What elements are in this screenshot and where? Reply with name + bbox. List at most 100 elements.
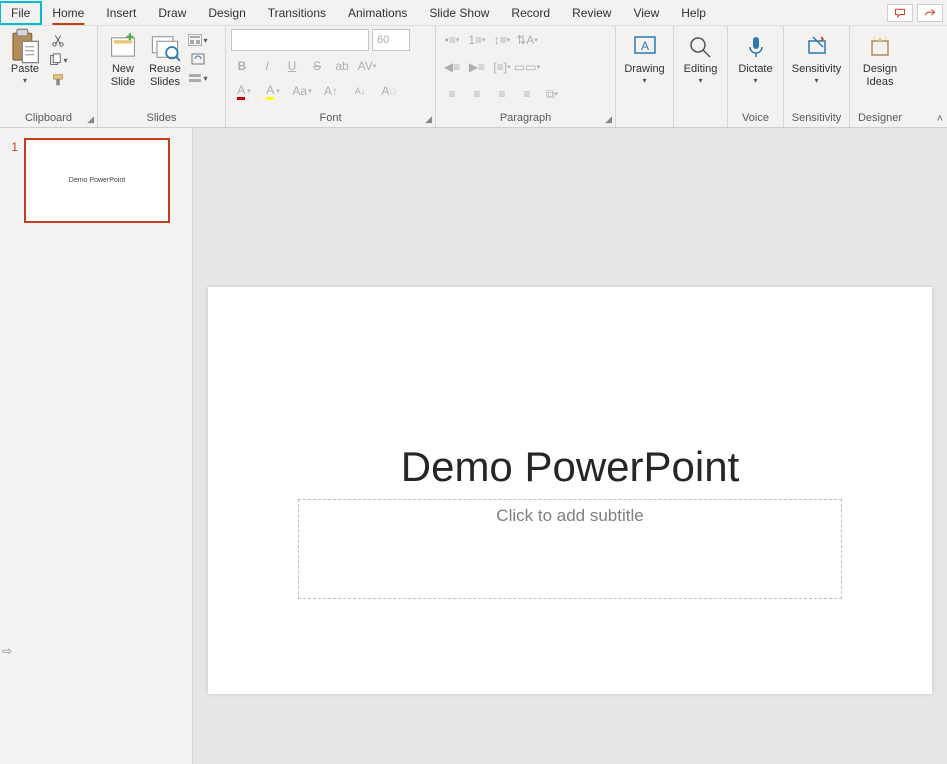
group-paragraph: •≡▾ 1≡▾ ↕≡▾ ⇅A▾ ◀≡ ▶≡ [≡]▾ ▭▭▾ ≡ ≡ ≡ ≡ ⧉… (436, 26, 616, 127)
drawing-button[interactable]: A Drawing ▾ (620, 29, 668, 88)
case-icon: Aa (292, 84, 307, 98)
subtitle-placeholder[interactable]: Click to add subtitle (298, 499, 842, 599)
align-center-icon: ≡ (473, 87, 480, 101)
highlight-icon: A (266, 83, 274, 100)
tab-help[interactable]: Help (670, 2, 717, 24)
copy-button[interactable]: ▾ (47, 51, 69, 69)
font-dialog-launcher[interactable]: ◢ (425, 114, 432, 125)
design-ideas-button[interactable]: Design Ideas (859, 29, 901, 91)
tab-record[interactable]: Record (500, 2, 561, 24)
underline-icon: U (288, 59, 297, 73)
decrease-font-button[interactable]: A↓ (347, 81, 373, 101)
clear-format-icon: A◌ (381, 84, 396, 98)
paragraph-group-label: Paragraph (441, 112, 610, 125)
change-case-button[interactable]: Aa▾ (289, 81, 315, 101)
bold-icon: B (238, 59, 247, 73)
tab-transitions[interactable]: Transitions (257, 2, 337, 24)
insertion-indicator-icon: ⇨ (2, 644, 12, 658)
subtitle-placeholder-text: Click to add subtitle (496, 506, 643, 526)
columns-button[interactable]: ▭▭▾ (516, 56, 538, 78)
italic-icon: I (265, 59, 268, 73)
increase-indent-button[interactable]: ▶≡ (466, 56, 488, 78)
paragraph-dialog-launcher[interactable]: ◢ (605, 114, 612, 125)
sensitivity-button[interactable]: Sensitivity ▾ (788, 29, 846, 88)
underline-button[interactable]: U (281, 55, 303, 77)
reuse-slides-button[interactable]: Reuse Slides (145, 29, 185, 91)
comments-button[interactable] (887, 4, 913, 22)
text-direction-button[interactable]: ⇅A▾ (516, 29, 538, 51)
align-right-button[interactable]: ≡ (491, 83, 513, 105)
drawing-label: Drawing (624, 63, 664, 76)
chevron-down-icon: ▾ (814, 76, 818, 86)
tab-file[interactable]: File (0, 2, 41, 24)
svg-text:A: A (640, 39, 648, 53)
slide-editor[interactable]: Demo PowerPoint Click to add subtitle (193, 128, 947, 764)
thumbnail-pane[interactable]: 1 Demo PowerPoint ⇨ (0, 128, 193, 764)
reset-button[interactable] (187, 50, 209, 68)
clipboard-dialog-launcher[interactable]: ◢ (87, 114, 94, 125)
line-spacing-button[interactable]: ↕≡▾ (491, 29, 513, 51)
share-icon (924, 7, 936, 19)
tab-view[interactable]: View (622, 2, 670, 24)
thumbnail-preview[interactable]: Demo PowerPoint (24, 138, 170, 223)
new-slide-label: New Slide (111, 63, 135, 89)
strike-icon: S (313, 59, 321, 73)
increase-font-button[interactable]: A↑ (318, 81, 344, 101)
new-slide-button[interactable]: New Slide (103, 29, 143, 91)
strikethrough-button[interactable]: S (306, 55, 328, 77)
tab-slideshow[interactable]: Slide Show (418, 2, 500, 24)
char-spacing-button[interactable]: AV▾ (356, 55, 378, 77)
tab-draw[interactable]: Draw (147, 2, 197, 24)
clear-formatting-button[interactable]: A◌ (376, 81, 402, 101)
paste-label: Paste (11, 63, 39, 76)
align-center-button[interactable]: ≡ (466, 83, 488, 105)
scissors-icon (51, 33, 65, 47)
ribbon-tabs: File Home Insert Draw Design Transitions… (0, 0, 947, 26)
editing-button[interactable]: Editing ▾ (680, 29, 722, 88)
italic-button[interactable]: I (256, 55, 278, 77)
smartart-button[interactable]: ⧉▾ (541, 83, 563, 105)
tab-review[interactable]: Review (561, 2, 622, 24)
font-name-combo[interactable] (231, 29, 369, 51)
font-size-combo[interactable] (372, 29, 410, 51)
align-text-button[interactable]: [≡]▾ (491, 56, 513, 78)
tab-insert[interactable]: Insert (95, 2, 147, 24)
layout-button[interactable]: ▾ (187, 31, 209, 49)
justify-button[interactable]: ≡ (516, 83, 538, 105)
shapes-icon: A (629, 31, 661, 63)
tab-home[interactable]: Home (41, 2, 95, 24)
slide-title-text: Demo PowerPoint (401, 443, 739, 491)
highlight-button[interactable]: A▾ (260, 81, 286, 101)
slide-thumbnail[interactable]: 1 Demo PowerPoint (6, 138, 186, 223)
numbering-button[interactable]: 1≡▾ (466, 29, 488, 51)
numbering-icon: 1≡ (468, 33, 482, 47)
sensitivity-group-label: Sensitivity (789, 112, 844, 125)
bullets-button[interactable]: •≡▾ (441, 29, 463, 51)
tab-animations[interactable]: Animations (337, 2, 418, 24)
align-left-icon: ≡ (448, 87, 455, 101)
share-button[interactable] (917, 4, 943, 22)
bold-button[interactable]: B (231, 55, 253, 77)
sensitivity-icon (801, 31, 833, 63)
paste-button[interactable]: Paste ▾ (5, 29, 45, 88)
thumbnail-number: 1 (6, 138, 18, 223)
chevron-down-icon: ▾ (23, 76, 27, 86)
editing-label: Editing (684, 63, 718, 76)
section-button[interactable]: ▾ (187, 69, 209, 87)
font-group-label: Font (231, 112, 430, 125)
cut-button[interactable] (47, 31, 69, 49)
format-painter-button[interactable] (47, 71, 69, 89)
tab-design[interactable]: Design (197, 2, 256, 24)
align-left-button[interactable]: ≡ (441, 83, 463, 105)
collapse-ribbon-button[interactable]: ˄ (937, 113, 943, 125)
title-placeholder[interactable]: Demo PowerPoint (298, 437, 842, 497)
reset-icon (191, 53, 205, 65)
voice-group-label: Voice (733, 112, 778, 125)
slide-canvas[interactable]: Demo PowerPoint Click to add subtitle (208, 287, 932, 694)
decrease-indent-button[interactable]: ◀≡ (441, 56, 463, 78)
dictate-button[interactable]: Dictate ▾ (734, 29, 776, 88)
chevron-down-icon: ▾ (698, 76, 702, 86)
text-shadow-button[interactable]: ab (331, 55, 353, 77)
design-ideas-label: Design Ideas (863, 63, 897, 89)
font-color-button[interactable]: A▾ (231, 81, 257, 101)
